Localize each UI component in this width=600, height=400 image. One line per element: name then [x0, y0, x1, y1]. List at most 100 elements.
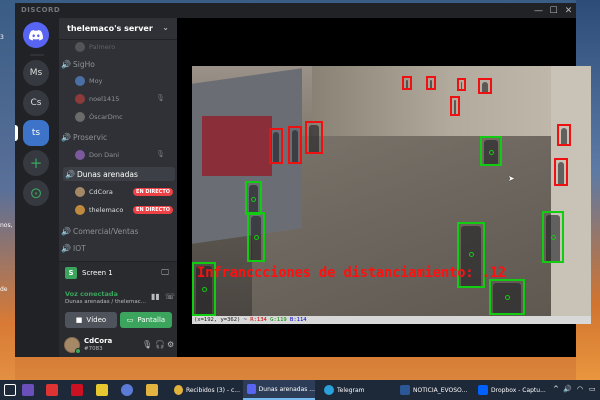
- add-server-icon[interactable]: +: [23, 150, 49, 176]
- taskbar-app-telegram[interactable]: Telegram: [320, 380, 390, 400]
- start-icon[interactable]: [4, 384, 16, 396]
- screen-share-bar[interactable]: S Screen 1 🖵: [59, 261, 177, 283]
- voice-user[interactable]: noel1415 🎙: [59, 92, 177, 106]
- voice-channel-sigho[interactable]: 🔊 SigHo: [59, 57, 177, 71]
- voice-user[interactable]: Palmero: [59, 40, 177, 54]
- voice-user-name: ÓscarDmc: [89, 113, 123, 121]
- detection-box-violation: [478, 78, 492, 94]
- microphone-icon[interactable]: 🎙: [142, 340, 152, 349]
- voice-channel-proservic[interactable]: 🔊 Proservic: [59, 130, 177, 144]
- taskbar: Recibidos (3) - c... Dunas arenadas ... …: [0, 380, 600, 400]
- avatar: [75, 150, 85, 160]
- taskbar-app-label: NOTICIA_EVOSO...: [413, 386, 468, 394]
- distancing-violations-overlay: Infranccciones de distanciamiento: .12: [197, 265, 506, 281]
- taskbar-app-dropbox[interactable]: Dropbox - Captu...: [474, 380, 550, 400]
- minimize-button[interactable]: —: [531, 3, 546, 18]
- screen-label: Pantalla: [137, 316, 166, 324]
- screen-icon: ▭: [126, 316, 134, 324]
- server-ts[interactable]: ts: [23, 120, 49, 146]
- muted-mic-icon: 🎙: [156, 150, 165, 158]
- channel-name: Proservic: [73, 132, 108, 142]
- pinned-app-icon[interactable]: [121, 384, 133, 396]
- pinned-app-icon[interactable]: [71, 384, 83, 396]
- server-header[interactable]: thelemaco's server ⌄: [59, 18, 177, 40]
- screen-share-icon: S: [65, 266, 77, 279]
- disconnect-icon[interactable]: ☏: [165, 292, 175, 301]
- pinned-app-icon[interactable]: [46, 384, 58, 396]
- detection-box-violation: [457, 78, 466, 91]
- detection-box-violation: [402, 76, 412, 90]
- pixel-b: B:114: [290, 317, 307, 323]
- server-name: thelemaco's server: [67, 24, 153, 33]
- mouse-cursor-icon: ➤: [508, 174, 515, 183]
- wifi-icon[interactable]: ◠: [577, 385, 583, 393]
- maximize-button[interactable]: ☐: [546, 3, 561, 18]
- voice-user-name: thelemaco: [89, 206, 124, 214]
- detection-box-safe: [247, 212, 265, 262]
- discord-logo-icon: [29, 29, 43, 41]
- stream-video[interactable]: Infranccciones de distanciamiento: .12: [192, 66, 591, 316]
- voice-channel-iot[interactable]: 🔊 IOT: [59, 241, 177, 255]
- voice-user-name: noel1415: [89, 95, 120, 103]
- channel-name: IOT: [73, 243, 86, 253]
- detection-box-safe: [542, 211, 564, 263]
- voice-user[interactable]: CdCora EN DIRECTO: [59, 185, 177, 199]
- detection-box-safe: [489, 279, 525, 315]
- volume-icon[interactable]: 🔊: [563, 385, 572, 393]
- voice-user-name: Palmero: [89, 43, 116, 51]
- notifications-icon[interactable]: ▭: [589, 385, 596, 393]
- pixel-g: G:119: [270, 317, 287, 323]
- voice-channel-dunas-arenadas[interactable]: 🔊 Dunas arenadas: [63, 167, 175, 181]
- detection-box-safe: [480, 136, 502, 166]
- voice-user[interactable]: thelemaco EN DIRECTO: [59, 203, 177, 217]
- speaker-icon: 🔊: [61, 243, 71, 253]
- file-explorer-icon[interactable]: [146, 384, 158, 396]
- app-brand: DISCORD: [21, 6, 61, 14]
- signal-icon[interactable]: ▮▮: [151, 292, 160, 301]
- speaker-icon: 🔊: [61, 132, 71, 142]
- desktop-left-edge: 3 nos, de: [0, 0, 15, 380]
- voice-user[interactable]: Moy: [59, 74, 177, 88]
- stream-settings-icon[interactable]: 🖵: [161, 268, 169, 278]
- dropbox-icon: [478, 385, 488, 395]
- stream-viewer[interactable]: Infranccciones de distanciamiento: .12 (…: [177, 18, 591, 357]
- pixel-coords: (x=192, y=362) ~: [194, 317, 251, 323]
- voice-connected-status: Voz conectada: [65, 290, 118, 298]
- gear-icon[interactable]: ⚙: [167, 340, 174, 349]
- discord-window: DISCORD — ☐ ✕ Ms Cs ts + ⊙ thelemaco's s…: [15, 3, 591, 357]
- voice-channel-comercial-ventas[interactable]: 🔊 Comercial/Ventas: [59, 224, 177, 238]
- tray-chevron-icon[interactable]: ^: [553, 385, 559, 393]
- screen-button[interactable]: ▭ Pantalla: [120, 312, 172, 328]
- live-badge: EN DIRECTO: [133, 188, 173, 196]
- home-button[interactable]: [23, 22, 49, 48]
- explore-icon[interactable]: ⊙: [23, 180, 49, 206]
- channel-name: Dunas arenadas: [77, 169, 138, 179]
- active-server-indicator: [15, 125, 18, 141]
- rail-separator: [30, 54, 44, 56]
- detection-box-violation: [557, 124, 571, 146]
- avatar: [75, 42, 85, 52]
- detection-box-violation: [305, 121, 323, 154]
- server-cs[interactable]: Cs: [23, 90, 49, 116]
- shop-window: [202, 116, 272, 176]
- username: CdCora: [84, 337, 113, 345]
- voice-user-name: CdCora: [89, 188, 113, 196]
- camera-icon: ■: [75, 316, 83, 324]
- avatar: [75, 205, 85, 215]
- chevron-down-icon: ⌄: [162, 23, 169, 32]
- server-ms[interactable]: Ms: [23, 60, 49, 86]
- taskbar-app-discord[interactable]: Dunas arenadas ...: [243, 380, 315, 400]
- taskbar-app-word[interactable]: NOTICIA_EVOSO...: [396, 380, 468, 400]
- taskbar-app-chrome[interactable]: Recibidos (3) - c...: [170, 380, 240, 400]
- task-view-icon[interactable]: [22, 384, 34, 396]
- sticky-notes-icon[interactable]: [96, 384, 108, 396]
- voice-status-panel: Voz conectada Dunas arenadas / thelemac.…: [59, 283, 177, 333]
- close-button[interactable]: ✕: [561, 3, 576, 18]
- voice-channel-path[interactable]: Dunas arenadas / thelemac...: [65, 299, 153, 305]
- video-button[interactable]: ■ Vídeo: [65, 312, 117, 328]
- voice-user[interactable]: Don Dani 🎙: [59, 148, 177, 162]
- voice-user[interactable]: ÓscarDmc: [59, 110, 177, 124]
- desktop-fragment: 3: [0, 34, 4, 41]
- channel-name: Comercial/Ventas: [73, 226, 139, 236]
- headphones-icon[interactable]: 🎧: [155, 340, 165, 349]
